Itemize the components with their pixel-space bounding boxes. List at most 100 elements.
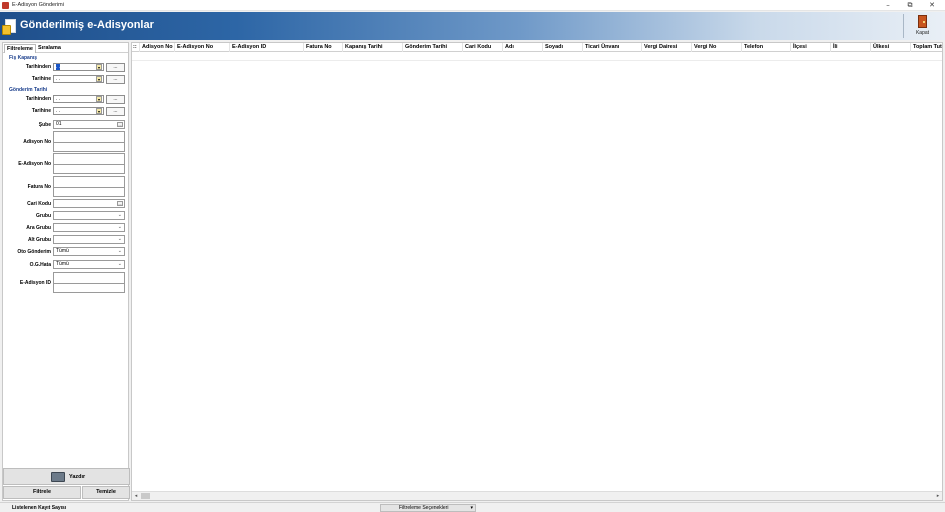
gonderim-to-label: Tarihine [31, 108, 51, 114]
sube-label: Şube [38, 122, 51, 128]
col-fatura-no[interactable]: Fatura No [304, 43, 343, 52]
gonderim-to-value: . . [56, 108, 61, 114]
adisyon-no-label: Adisyon No [23, 139, 51, 145]
exit-door-icon [918, 15, 927, 28]
col-ilcesi[interactable]: İlçesi [791, 43, 831, 52]
chevron-down-icon: ⌄ [117, 248, 122, 254]
gonderim-from-value: . . [56, 96, 61, 102]
col-e-adisyon-id[interactable]: E-Adisyon ID [230, 43, 304, 52]
col-vergi-dairesi[interactable]: Vergi Dairesi [642, 43, 692, 52]
scroll-thumb[interactable] [141, 493, 150, 499]
col-telefon[interactable]: Telefon [742, 43, 791, 52]
gonderim-to-button[interactable]: ... [106, 107, 125, 116]
e-adisyon-id-field[interactable] [53, 272, 125, 293]
scroll-right-icon[interactable]: ▸ [934, 492, 942, 500]
print-button[interactable]: Yazdır [3, 468, 130, 485]
sube-value: 01 [56, 121, 62, 127]
fatura-no-field[interactable] [53, 176, 125, 197]
oto-gonderim-value: Tümü [56, 248, 69, 254]
table-row[interactable] [132, 53, 942, 61]
gonderim-to-date[interactable]: . . ▾ [53, 107, 104, 115]
col-e-adisyon-no[interactable]: E-Adisyon No [175, 43, 230, 52]
printer-icon [51, 472, 65, 482]
fis-to-button[interactable]: ... [106, 75, 125, 84]
horizontal-scrollbar[interactable]: ◂ ▸ [132, 491, 942, 500]
calendar-icon[interactable]: ▾ [96, 64, 102, 70]
col-adisyon-no[interactable]: Adisyon No [140, 43, 175, 52]
calendar-icon[interactable]: ▾ [96, 108, 102, 114]
header-banner: Gönderilmiş e-Adisyonlar Kapat [0, 12, 945, 40]
grubu-select[interactable]: ⌄ [53, 211, 125, 220]
clear-button[interactable]: Temizle [82, 486, 130, 499]
ara-grubu-label: Ara Grubu [26, 225, 51, 231]
fis-from-button[interactable]: ... [106, 63, 125, 72]
filter-options-button[interactable]: Filtreleme Seçenekleri ▾ [380, 504, 476, 512]
group-gonderim-tarihi: Gönderim Tarihi [9, 87, 48, 93]
status-bar: Listelenen Kayıt Sayısı Filtreleme Seçen… [0, 502, 945, 512]
tab-siralama[interactable]: Sıralama [36, 44, 63, 53]
col-soyadi[interactable]: Soyadı [543, 43, 583, 52]
results-grid: :: Adisyon No E-Adisyon No E-Adisyon ID … [131, 42, 943, 501]
alt-grubu-select[interactable]: ⌄ [53, 235, 125, 244]
chevron-down-icon: ⌄ [117, 261, 122, 267]
title-bar: E-Adisyon Gönderimi – ⧉ ✕ [0, 0, 945, 11]
filter-button[interactable]: Filtrele [3, 486, 81, 499]
document-icon [2, 19, 16, 35]
gonderim-from-button[interactable]: ... [106, 95, 125, 104]
e-adisyon-id-label: E-Adisyon ID [19, 280, 51, 286]
app-window: E-Adisyon Gönderimi – ⧉ ✕ Gönderilmiş e-… [0, 0, 945, 512]
og-hata-label: O.G.Hata [29, 262, 51, 268]
col-ulkesi[interactable]: Ülkesi [871, 43, 911, 52]
lookup-button[interactable]: ... [117, 201, 123, 206]
col-adi[interactable]: Adı [503, 43, 543, 52]
restore-button[interactable]: ⧉ [899, 0, 921, 11]
app-icon [2, 2, 9, 9]
col-ticari-unvani[interactable]: Ticari Ünvanı [583, 43, 642, 52]
og-hata-select[interactable]: Tümü ⌄ [53, 260, 125, 269]
e-adisyon-no-label: E-Adisyon No [18, 161, 51, 167]
tab-filtreleme[interactable]: Filtreleme [4, 44, 36, 53]
gonderim-from-date[interactable]: . . ▾ [53, 95, 104, 103]
col-ili[interactable]: İli [831, 43, 871, 52]
dropdown-arrow-icon: ▾ [470, 505, 473, 511]
fis-from-label: Tarihinden [25, 64, 51, 70]
adisyon-no-field[interactable] [53, 131, 125, 152]
calendar-icon[interactable]: ▾ [96, 76, 102, 82]
grubu-label: Grubu [36, 213, 51, 219]
fis-to-label: Tarihine [31, 76, 51, 82]
lookup-button[interactable]: ... [117, 122, 123, 127]
e-adisyon-no-field[interactable] [53, 153, 125, 174]
window-title: E-Adisyon Gönderimi [12, 2, 64, 8]
col-gonderim-tarihi[interactable]: Gönderim Tarihi [403, 43, 463, 52]
scroll-left-icon[interactable]: ◂ [132, 492, 140, 500]
col-toplam-tutar[interactable]: Toplam Tut [911, 43, 942, 52]
chevron-down-icon: ⌄ [117, 212, 122, 218]
filter-tabs: Filtreleme Sıralama [3, 43, 128, 53]
oto-gonderim-label: Oto Gönderim [17, 249, 51, 255]
cari-kodu-label: Cari Kodu [27, 201, 51, 207]
grid-header: :: Adisyon No E-Adisyon No E-Adisyon ID … [132, 43, 942, 52]
col-vergi-no[interactable]: Vergi No [692, 43, 742, 52]
fis-from-value: . . [56, 64, 61, 70]
group-fis-kapanis: Fiş Kapanış [9, 55, 38, 61]
og-hata-value: Tümü [56, 261, 69, 267]
fis-from-date[interactable]: . . ▾ [53, 63, 104, 71]
col-cari-kodu[interactable]: Cari Kodu [463, 43, 503, 52]
close-tool-button[interactable]: Kapat [910, 14, 935, 38]
row-marker: :: [132, 43, 140, 52]
minimize-button[interactable]: – [877, 0, 899, 11]
print-label: Yazdır [69, 474, 86, 480]
alt-grubu-label: Alt Grubu [27, 237, 51, 243]
calendar-icon[interactable]: ▾ [96, 96, 102, 102]
close-window-button[interactable]: ✕ [921, 0, 943, 11]
sube-field[interactable]: 01 ... [53, 120, 125, 129]
filter-panel: Filtreleme Sıralama Fiş Kapanış Tarihind… [2, 42, 130, 501]
ara-grubu-select[interactable]: ⌄ [53, 223, 125, 232]
page-title: Gönderilmiş e-Adisyonlar [20, 19, 154, 31]
gonderim-from-label: Tarihinden [25, 96, 51, 102]
fis-to-value: . . [56, 76, 61, 82]
fis-to-date[interactable]: . . ▾ [53, 75, 104, 83]
cari-kodu-field[interactable]: ... [53, 199, 125, 208]
oto-gonderim-select[interactable]: Tümü ⌄ [53, 247, 125, 256]
col-kapanis-tarihi[interactable]: Kapanış Tarihi [343, 43, 403, 52]
